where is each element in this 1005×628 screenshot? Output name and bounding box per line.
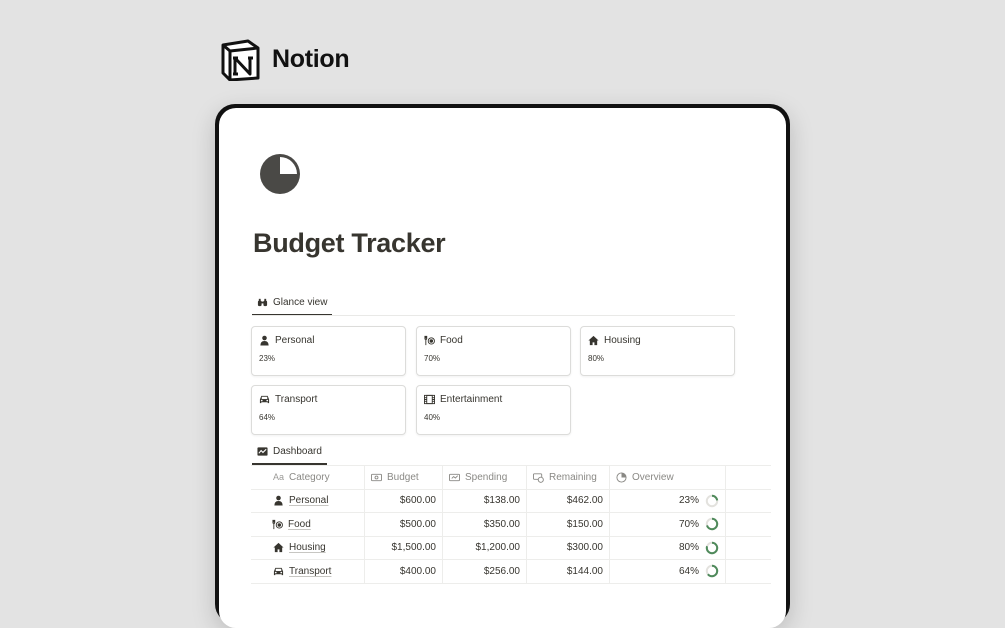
car-icon	[273, 567, 284, 575]
progress-ring	[705, 565, 719, 578]
divider	[252, 315, 735, 316]
notion-logo-icon	[221, 39, 260, 81]
person-icon	[260, 335, 269, 346]
cell-category[interactable]: Housing	[251, 536, 365, 559]
card-title: Transport	[259, 394, 317, 405]
header-category[interactable]: Aa Category	[251, 466, 365, 489]
table-row[interactable]: Housing $1,500.00 $1,200.00 $300.00 80%	[251, 536, 771, 560]
card-value: 40%	[424, 413, 441, 422]
card-label: Personal	[275, 335, 315, 346]
cell-spending: $138.00	[443, 489, 527, 512]
card-personal[interactable]: Personal 23%	[251, 326, 406, 376]
progress-ring	[705, 518, 719, 531]
overview-percent: 64%	[678, 565, 699, 577]
pie-chart-icon	[616, 472, 627, 483]
category-link[interactable]: Housing	[289, 542, 326, 553]
header-remaining[interactable]: Remaining	[527, 466, 610, 489]
cell-category[interactable]: Personal	[251, 489, 365, 512]
dining-icon	[272, 519, 283, 529]
house-icon	[273, 543, 284, 553]
card-title: Food	[424, 335, 463, 346]
progress-ring	[705, 541, 719, 554]
notion-brand: Notion	[218, 37, 350, 81]
cell-spending: $1,200.00	[443, 536, 527, 559]
card-title: Entertainment	[424, 394, 502, 405]
cell-category[interactable]: Transport	[251, 560, 365, 583]
film-icon	[424, 394, 435, 405]
money-icon	[449, 473, 460, 481]
car-icon	[259, 395, 270, 404]
pie-chart-icon[interactable]	[259, 153, 301, 195]
cell-overview: 23%	[610, 489, 726, 512]
overview-percent: 23%	[678, 495, 699, 507]
cell-overview: 64%	[610, 560, 726, 583]
notion-page: Budget Tracker Glance view Personal 23% …	[219, 108, 786, 628]
header-label: Category	[289, 471, 330, 483]
table-row[interactable]: Food $500.00 $350.00 $150.00 70%	[251, 513, 771, 537]
header-spending[interactable]: Spending	[443, 466, 527, 489]
chart-icon	[257, 447, 268, 456]
person-icon	[274, 495, 283, 506]
card-transport[interactable]: Transport 64%	[251, 385, 406, 435]
card-food[interactable]: Food 70%	[416, 326, 571, 376]
cell-remaining: $300.00	[527, 536, 610, 559]
header-label: Remaining	[549, 471, 597, 483]
card-value: 23%	[259, 354, 276, 363]
header-label: Budget	[387, 471, 419, 483]
dashboard-table: Aa Category Budget Spending Remaining Ov…	[251, 465, 771, 606]
cell-overview: 70%	[610, 513, 726, 536]
cell-remaining: $462.00	[527, 489, 610, 512]
header-label: Overview	[632, 471, 674, 483]
header-budget[interactable]: Budget	[365, 466, 443, 489]
tab-label: Glance view	[273, 297, 328, 308]
overview-percent: 80%	[678, 542, 699, 554]
progress-ring	[705, 494, 719, 507]
cell-budget: $1,500.00	[365, 536, 443, 559]
cell-budget: $600.00	[365, 489, 443, 512]
cell-remaining: $150.00	[527, 513, 610, 536]
money-icon	[533, 473, 544, 483]
tab-glance-view[interactable]: Glance view	[257, 297, 327, 308]
overview-percent: 70%	[678, 518, 699, 530]
card-value: 64%	[259, 413, 276, 422]
card-title: Personal	[259, 335, 314, 346]
table-row-partial	[251, 584, 771, 607]
card-label: Food	[440, 335, 463, 346]
card-housing[interactable]: Housing 80%	[580, 326, 735, 376]
category-link[interactable]: Food	[288, 519, 311, 530]
card-entertainment[interactable]: Entertainment 40%	[416, 385, 571, 435]
cell-remaining: $144.00	[527, 560, 610, 583]
page-title[interactable]: Budget Tracker	[253, 228, 446, 259]
cell-spending: $350.00	[443, 513, 527, 536]
cell-overview: 80%	[610, 536, 726, 559]
card-label: Entertainment	[440, 394, 503, 405]
category-link[interactable]: Personal	[289, 495, 328, 506]
tab-label: Dashboard	[273, 446, 322, 457]
header-label: Spending	[465, 471, 508, 483]
card-label: Housing	[604, 335, 641, 346]
tab-dashboard[interactable]: Dashboard	[257, 446, 322, 457]
money-icon	[371, 473, 382, 481]
binoculars-icon	[257, 298, 268, 307]
cell-category[interactable]: Food	[251, 513, 365, 536]
text-property-icon: Aa	[273, 472, 285, 483]
table-row[interactable]: Transport $400.00 $256.00 $144.00 64%	[251, 560, 771, 584]
cell-spending: $256.00	[443, 560, 527, 583]
table-row[interactable]: Personal $600.00 $138.00 $462.00 23%	[251, 489, 771, 513]
card-title: Housing	[588, 335, 641, 346]
brand-name: Notion	[272, 44, 350, 73]
cell-budget: $400.00	[365, 560, 443, 583]
card-value: 80%	[588, 354, 605, 363]
dining-icon	[424, 335, 435, 346]
table-header: Aa Category Budget Spending Remaining Ov…	[251, 465, 771, 490]
card-label: Transport	[275, 394, 318, 405]
category-link[interactable]: Transport	[289, 566, 331, 577]
house-icon	[588, 335, 599, 346]
header-overview[interactable]: Overview	[610, 466, 726, 489]
card-value: 70%	[424, 354, 441, 363]
cell-budget: $500.00	[365, 513, 443, 536]
